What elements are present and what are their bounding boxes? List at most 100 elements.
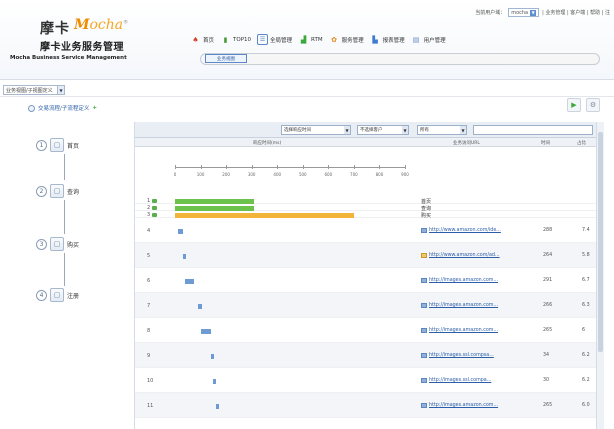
col-url[interactable]: 业务访问URL [453,140,480,146]
url-link[interactable]: http://images.amazon.com... [421,278,498,283]
chevron-down-icon: ▼ [460,126,466,134]
corner-actions: ▶ ⚙ [567,98,600,112]
flow-step-1[interactable]: 1 ▢ 首页 [36,138,79,152]
step-label: 注册 [67,292,80,300]
step-label: 查询 [67,188,80,196]
rtm-icon: ▟ [300,35,307,44]
table-row[interactable]: 7 http://images.amazon.com... 266 6.3 [135,293,597,318]
url-text: http://images.ssl.compsa... [429,353,494,358]
section-title: 交易流程/子流程定义 + [28,104,97,112]
axis-tick [226,165,228,169]
step-label: 首页 [67,142,80,150]
url-link[interactable]: http://images.amazon.com... [421,403,498,408]
page-icon: ▢ [50,288,64,302]
nav-report-label: 报表管理 [382,37,405,44]
axis-tick [379,165,381,169]
bullet-icon [28,104,35,112]
top-link-list[interactable]: | 业务管理 | 客户端 | 帮助 | 注 [542,9,610,16]
time-value: 30 [543,378,550,383]
step-number: 3 [36,238,47,250]
time-value: 266 [543,303,553,308]
nav-home-label: 首页 [203,37,215,44]
add-icon[interactable]: + [92,105,97,111]
settings-button[interactable]: ⚙ [586,98,600,112]
table-row[interactable]: 2 查询 [135,204,597,212]
nav-rtm-label: RTM [311,36,323,43]
flow-step-4[interactable]: 4 ▢ 注册 [36,288,79,302]
page-icon [421,228,427,233]
main-nav: ♠ 首页 ▮ TOP10 ☰ 全局管理 ▟ RTM ✿ 服务管理 ▙ 报表管理 … [190,34,446,45]
url-link[interactable]: http://images.amazon.com... [421,328,498,333]
nav-user[interactable]: ▤ 用户管理 [411,34,446,45]
process-flow: 1 ▢ 首页 2 ▢ 查询 3 ▢ 购买 4 ▢ 注册 [0,130,130,420]
nav-top10[interactable]: ▮ TOP10 [220,34,251,45]
col-ratio[interactable]: 占比 [577,140,586,146]
axis-tick [277,165,279,169]
page-icon: ▢ [50,237,64,251]
row-number: 4 [147,228,151,234]
axis-tick-label: 700 [350,172,358,177]
registered-mark: ® [123,19,129,26]
url-text: http://www.amazon.com/ide... [429,228,501,233]
col-response-time[interactable]: 响应时间(ms) [253,140,281,146]
axis-line [175,167,405,168]
url-link[interactable]: http://images.amazon.com... [421,303,498,308]
run-button[interactable]: ▶ [567,98,581,112]
nav-rtm[interactable]: ▟ RTM [298,34,323,45]
client-select[interactable]: 不选择客户 ▼ [357,125,409,135]
scope-select[interactable]: 所有 ▼ [417,125,467,135]
nav-home[interactable]: ♠ 首页 [190,34,214,45]
global-icon: ☰ [257,34,269,45]
table-row[interactable]: 11 http://images.amazon.com... 265 6.0 [135,393,597,418]
table-row[interactable]: 1 首页 [135,197,597,205]
row-number: 10 [147,378,154,384]
chevron-down-icon: ▼ [402,126,408,134]
table-row[interactable]: 3 购买 [135,211,597,219]
brand-logo-rest: ocha [89,17,124,33]
chevron-down-icon: ▼ [530,9,537,16]
flow-step-2[interactable]: 2 ▢ 查询 [36,184,79,198]
nav-user-label: 用户管理 [423,37,446,44]
tab-business-view[interactable]: 业务视图 [205,54,247,63]
flow-step-3[interactable]: 3 ▢ 购买 [36,237,79,251]
timing-bar [200,329,211,334]
breadcrumb-row: 业务视图/子视图定义 ▼ [0,83,614,97]
url-link[interactable]: http://www.amazon.com/ide... [421,228,501,233]
url-text: http://images.amazon.com... [429,403,499,408]
report-icon: ▙ [372,35,378,44]
table-row[interactable]: 10 http://images.ssl.compa... 30 6.2 [135,368,597,393]
filter-input[interactable] [473,125,593,135]
url-link[interactable]: http://images.ssl.compsa... [421,353,494,358]
ratio-value: 7.4 [582,228,590,233]
axis-tick-label: 0 [173,172,177,177]
axis-tick-label: 400 [273,172,282,177]
table-row[interactable]: 8 http://images.amazon.com... 265 6 [135,318,597,343]
vertical-scrollbar[interactable] [596,122,604,429]
scrollbar-thumb[interactable] [598,132,603,352]
nav-report[interactable]: ▙ 报表管理 [370,34,405,45]
axis-tick-label: 300 [247,172,256,177]
page-icon: ▢ [50,184,64,198]
nav-global[interactable]: ☰ 全局管理 [257,34,292,45]
grid-toolbar: 选择响应时间 ▼ 不选择客户 ▼ 所有 ▼ [135,122,604,138]
url-link[interactable]: http://images.ssl.compa... [421,378,491,383]
view-select[interactable]: 业务视图/子视图定义 ▼ [3,85,65,95]
table-row[interactable]: 4 http://www.amazon.com/ide... 288 7.4 [135,218,597,243]
scope-select-value: 所有 [420,128,429,133]
page-icon [421,378,427,383]
nav-service[interactable]: ✿ 服务管理 [329,34,363,45]
product-title-en: Mocha Business Service Management [10,55,127,61]
col-time[interactable]: 时间 [541,140,550,146]
table-row[interactable]: 9 http://images.ssl.compsa... 34 6.2 [135,343,597,368]
column-header: 响应时间(ms) 业务访问URL 时间 占比 [135,138,604,147]
axis-tick [200,165,202,169]
table-row[interactable]: 5 http://www.amazon.com/ad... 264 5.8 [135,243,597,268]
url-link[interactable]: http://www.amazon.com/ad... [421,253,500,258]
app-header: 摩卡 Mocha® 摩卡业务服务管理 Mocha Business Servic… [0,0,614,80]
top-links: 当前用户域： mocha ▼ | 业务管理 | 客户端 | 帮助 | 注 [475,8,610,17]
metric-select[interactable]: 选择响应时间 ▼ [281,125,351,135]
user-select[interactable]: mocha ▼ [508,8,540,17]
url-text: http://images.ssl.compa... [429,378,492,383]
table-row[interactable]: 6 http://images.amazon.com... 291 6.7 [135,268,597,293]
user-select-value: mocha [511,9,529,16]
